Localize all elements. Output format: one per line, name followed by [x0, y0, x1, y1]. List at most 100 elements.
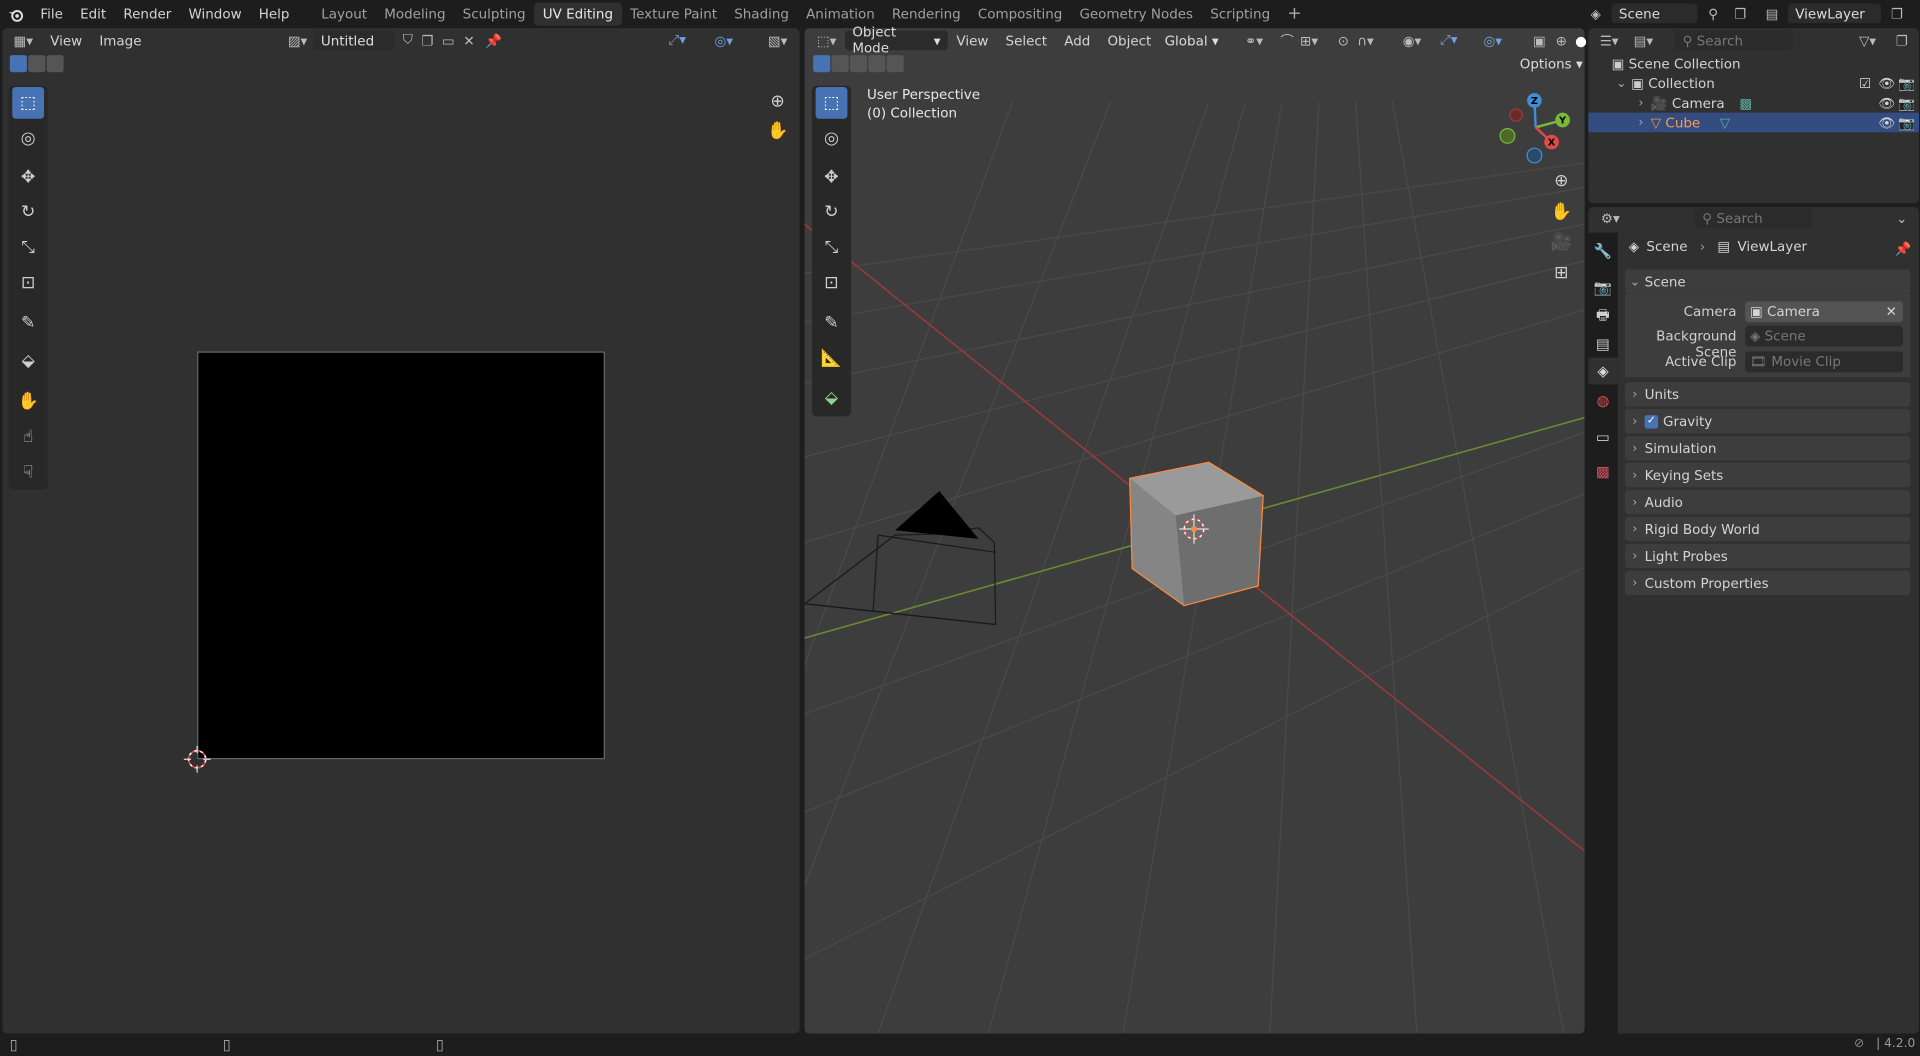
uv-image-canvas[interactable]: [197, 351, 605, 760]
menu-window[interactable]: Window: [180, 0, 250, 28]
viewport-gizmo-icon[interactable]: ⤢▾: [1438, 31, 1460, 51]
cube-expand-icon[interactable]: ›: [1631, 116, 1651, 129]
panel-audio[interactable]: › Audio: [1625, 489, 1911, 515]
scene-icon[interactable]: ◈: [1585, 4, 1607, 24]
uv-zoom-icon[interactable]: ⊕: [762, 86, 794, 118]
new-image-icon[interactable]: ❐: [416, 31, 438, 51]
panel-scene-header[interactable]: ⌄ Scene: [1625, 269, 1911, 294]
vp-scale-icon[interactable]: ⤡: [816, 231, 848, 263]
vp-rotate-icon[interactable]: ↻: [816, 196, 848, 228]
tab-scripting[interactable]: Scripting: [1202, 2, 1279, 25]
vp-zoom-icon[interactable]: ⊕: [1547, 167, 1576, 196]
tab-geometry-nodes[interactable]: Geometry Nodes: [1071, 2, 1202, 25]
navigation-gizmo[interactable]: Z Y X: [1496, 91, 1574, 164]
object-mode-dropdown[interactable]: Object Mode ▾: [844, 24, 948, 56]
render-tab-icon[interactable]: 📷: [1588, 274, 1617, 301]
outliner-cube[interactable]: › ▽ Cube ▽ 👁 📷: [1588, 112, 1919, 133]
uv-cursor-icon[interactable]: ◎: [12, 122, 44, 154]
gizmo-x-icon[interactable]: X: [1544, 134, 1559, 150]
viewport-editor-type-icon[interactable]: ⬚▾: [808, 31, 845, 51]
viewlayer-name-field[interactable]: ViewLayer: [1787, 3, 1881, 24]
outliner-search-input[interactable]: ⚲ Search: [1675, 30, 1793, 51]
vp-cursor-icon[interactable]: ◎: [816, 122, 848, 154]
panel-light-probes[interactable]: › Light Probes: [1625, 543, 1911, 569]
unlink-image-icon[interactable]: ✕: [458, 31, 480, 51]
overlay-toggle-icon[interactable]: ◎▾: [713, 31, 735, 51]
camera-eye-icon[interactable]: 👁: [1879, 95, 1896, 111]
select-subtract-icon[interactable]: [46, 55, 64, 73]
delete-viewlayer-icon[interactable]: ✕: [1913, 4, 1920, 24]
blender-logo-icon[interactable]: [0, 0, 32, 28]
vp-annotate-icon[interactable]: ✎: [816, 307, 848, 339]
tab-layout[interactable]: Layout: [313, 2, 376, 25]
gizmo-toggle-icon[interactable]: ⤢▾: [666, 31, 688, 51]
properties-editor-type-icon[interactable]: ⚙▾: [1592, 208, 1629, 228]
uv-menu-view[interactable]: View: [42, 32, 91, 48]
collection-tab-icon[interactable]: ▭: [1588, 424, 1617, 451]
new-scene-icon[interactable]: ❐: [1729, 4, 1751, 24]
cube-eye-icon[interactable]: 👁: [1879, 115, 1896, 131]
outliner-scene-collection[interactable]: ▣ Scene Collection: [1592, 54, 1920, 74]
pin-image-icon[interactable]: 📌: [482, 31, 504, 51]
vp-camera-view-icon[interactable]: 🎥: [1547, 228, 1576, 257]
viewport-menu-select[interactable]: Select: [997, 32, 1056, 48]
uv-select-box-icon[interactable]: ⬚: [12, 86, 45, 119]
new-collection-icon[interactable]: ❐: [1891, 31, 1913, 51]
display-channels-icon[interactable]: ▧▾: [767, 31, 789, 51]
uv-relax-icon[interactable]: ☝: [12, 421, 44, 453]
view-layer-tab-icon[interactable]: ▤: [1588, 331, 1617, 358]
snap-target-icon[interactable]: ⊞▾: [1298, 31, 1320, 51]
camera-prop-field[interactable]: ▣ Camera ✕: [1745, 301, 1904, 323]
pivot-icon[interactable]: ⚭▾: [1243, 31, 1265, 51]
vp-move-icon[interactable]: ✥: [816, 162, 848, 194]
tab-animation[interactable]: Animation: [798, 2, 884, 25]
filter-icon[interactable]: ▽▾: [1856, 31, 1878, 51]
mesh-data-icon[interactable]: ▽: [1720, 115, 1730, 131]
viewport-menu-view[interactable]: View: [948, 32, 997, 48]
gravity-checkbox-icon[interactable]: ✓: [1644, 414, 1659, 428]
select-new-icon[interactable]: [9, 55, 27, 73]
scene-tab-icon[interactable]: ◈: [1588, 357, 1618, 385]
vp-add-cube-icon[interactable]: ⬙: [816, 382, 848, 414]
new-viewlayer-icon[interactable]: ❐: [1886, 4, 1908, 24]
gizmo-y-icon[interactable]: Y: [1555, 112, 1570, 128]
camera-prop-clear-icon[interactable]: ✕: [1886, 304, 1897, 320]
3d-viewport[interactable]: [804, 28, 1585, 1034]
properties-search-input[interactable]: ⚲ Search: [1694, 208, 1813, 228]
panel-custom-properties[interactable]: › Custom Properties: [1625, 570, 1911, 596]
tab-compositing[interactable]: Compositing: [969, 2, 1071, 25]
tab-modeling[interactable]: Modeling: [376, 2, 454, 25]
proportional-edit-icon[interactable]: ⊙: [1332, 31, 1354, 51]
cube-object[interactable]: [1129, 461, 1264, 607]
background-scene-field[interactable]: ◈ Scene: [1745, 325, 1904, 347]
falloff-icon[interactable]: ∩▾: [1354, 31, 1376, 51]
panel-keying-sets[interactable]: › Keying Sets: [1625, 462, 1911, 488]
uv-rip-icon[interactable]: ⬙: [12, 345, 44, 377]
collection-render-icon[interactable]: 📷: [1898, 75, 1915, 91]
xray-icon[interactable]: ▣: [1528, 31, 1550, 51]
viewlayer-icon[interactable]: ▤: [1761, 4, 1783, 24]
menu-help[interactable]: Help: [250, 0, 298, 28]
cube-render-icon[interactable]: 📷: [1898, 115, 1915, 131]
collection-checkbox-icon[interactable]: ☑: [1859, 75, 1871, 91]
properties-options-icon[interactable]: ⌄: [1891, 208, 1913, 228]
uv-grab-icon[interactable]: ✋: [12, 386, 44, 418]
panel-rigid-body-world[interactable]: › Rigid Body World: [1625, 516, 1911, 542]
image-name-field[interactable]: Untitled: [313, 30, 395, 51]
uv-annotate-icon[interactable]: ✎: [12, 307, 44, 339]
menu-render[interactable]: Render: [115, 0, 180, 28]
camera-data-icon[interactable]: ▩: [1739, 95, 1752, 111]
vp-select-invert-icon[interactable]: [868, 55, 886, 73]
snap-icon[interactable]: ⌒: [1276, 31, 1298, 51]
menu-edit[interactable]: Edit: [72, 0, 115, 28]
uv-transform-icon[interactable]: ⊡: [12, 267, 44, 299]
uv-pan-icon[interactable]: ✋: [762, 115, 794, 147]
vp-measure-icon[interactable]: 📐: [816, 343, 848, 375]
vp-select-box-icon[interactable]: ⬚: [815, 86, 848, 119]
uv-pinch-icon[interactable]: ☟: [12, 457, 44, 489]
vp-select-intersect-icon[interactable]: [886, 55, 904, 73]
vp-pan-icon[interactable]: ✋: [1547, 197, 1576, 226]
tab-sculpting[interactable]: Sculpting: [454, 2, 534, 25]
open-image-icon[interactable]: ▭: [437, 31, 459, 51]
uv-move-icon[interactable]: ✥: [12, 162, 44, 194]
